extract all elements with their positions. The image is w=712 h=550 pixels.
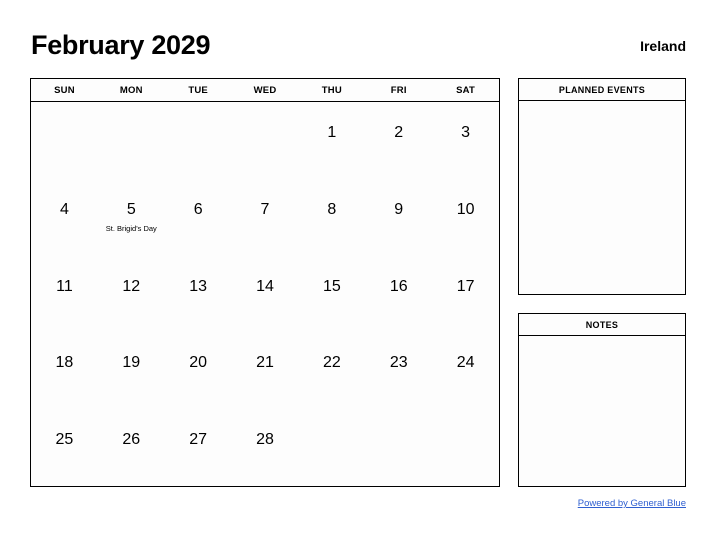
planned-events-body[interactable] [519,101,685,293]
day-number: 17 [456,277,475,295]
day-cell-8[interactable]: 8 [298,179,365,256]
region-label: Ireland [640,38,686,54]
day-cell-26[interactable]: 26 [98,409,165,486]
day-cell-25[interactable]: 25 [31,409,98,486]
day-number: 2 [394,124,404,141]
calendar-week-row: 18 19 20 21 22 23 24 [31,332,499,409]
calendar-week-row: 1 2 3 [31,102,499,179]
day-cell-28[interactable]: 28 [232,409,299,486]
day-number: 26 [122,431,141,449]
day-cell-13[interactable]: 13 [165,256,232,333]
day-cell-11[interactable]: 11 [31,256,98,333]
day-cell-15[interactable]: 15 [298,256,365,333]
calendar-week-row: 11 12 13 14 15 16 17 [31,256,499,333]
day-cell-empty [31,102,98,179]
day-number: 16 [389,277,408,295]
day-cell-3[interactable]: 3 [432,102,499,179]
day-number: 11 [56,277,73,295]
day-number: 10 [456,200,475,218]
weekday-header-sat: SAT [456,84,476,96]
day-number: 4 [59,200,69,218]
day-cell-1[interactable]: 1 [298,102,365,179]
day-cell-empty [432,409,499,486]
calendar-weeks: 1 2 3 4 5 St. Brigid's Day 6 7 8 9 10 11 12 13 14 15 16 1… [31,102,499,486]
day-number: 1 [327,124,337,141]
day-number: 15 [322,277,341,295]
weekday-header-sun: SUN [54,84,75,96]
day-number: 5 [126,200,136,218]
day-cell-19[interactable]: 19 [98,332,165,409]
day-cell-12[interactable]: 12 [98,256,165,333]
day-cell-7[interactable]: 7 [232,179,299,256]
day-cell-16[interactable]: 16 [365,256,432,333]
day-number: 7 [260,200,270,218]
day-number: 21 [256,354,274,372]
weekday-header-row: SUN MON TUE WED THU FRI SAT [31,79,499,102]
planned-events-panel: PLANNED EVENTS [518,78,686,295]
day-cell-20[interactable]: 20 [165,332,232,409]
day-cell-27[interactable]: 27 [165,409,232,486]
weekday-header-wed: WED [253,84,277,96]
day-number: 12 [122,277,141,295]
day-cell-23[interactable]: 23 [365,332,432,409]
day-cell-22[interactable]: 22 [298,332,365,409]
day-number: 19 [122,354,141,372]
day-number: 20 [189,354,208,372]
day-number: 18 [55,354,74,372]
day-number: 6 [193,200,203,218]
day-cell-empty [98,102,165,179]
weekday-header-mon: MON [119,84,143,96]
page-title: February 2029 [31,30,211,60]
day-cell-6[interactable]: 6 [165,179,232,256]
day-cell-empty [165,102,232,179]
planned-events-title: PLANNED EVENTS [519,79,685,101]
day-number: 8 [327,200,337,218]
calendar-week-row: 4 5 St. Brigid's Day 6 7 8 9 10 [31,179,499,256]
day-number: 3 [461,124,471,141]
day-cell-4[interactable]: 4 [31,179,98,256]
day-cell-9[interactable]: 9 [365,179,432,256]
day-cell-empty [232,102,299,179]
notes-body[interactable] [519,336,685,485]
day-number: 25 [55,431,74,449]
day-cell-24[interactable]: 24 [432,332,499,409]
day-cell-empty [298,409,365,486]
day-cell-17[interactable]: 17 [432,256,499,333]
day-cell-18[interactable]: 18 [31,332,98,409]
powered-by-link[interactable]: Powered by General Blue [578,498,686,509]
notes-title: NOTES [519,314,685,336]
weekday-header-fri: FRI [390,84,407,96]
day-number: 22 [322,354,341,372]
weekday-header-thu: THU [321,84,342,96]
day-number: 23 [389,354,408,372]
day-number: 27 [189,431,208,449]
day-cell-10[interactable]: 10 [432,179,499,256]
calendar-week-row: 25 26 27 28 [31,409,499,486]
day-cell-21[interactable]: 21 [232,332,299,409]
calendar-grid: SUN MON TUE WED THU FRI SAT 1 2 3 4 5 St. Brigid's … [30,78,500,487]
day-number: 9 [394,200,404,218]
day-cell-5[interactable]: 5 St. Brigid's Day [98,179,165,256]
day-cell-2[interactable]: 2 [365,102,432,179]
weekday-header-tue: TUE [188,84,208,96]
day-number: 24 [456,354,475,372]
notes-panel: NOTES [518,313,686,487]
page-header: February 2029 Ireland [31,30,686,64]
day-cell-14[interactable]: 14 [232,256,299,333]
day-number: 14 [256,277,274,295]
day-number: 28 [256,431,274,449]
day-cell-empty [365,409,432,486]
day-event-label: St. Brigid's Day [105,223,157,233]
day-number: 13 [189,277,208,295]
